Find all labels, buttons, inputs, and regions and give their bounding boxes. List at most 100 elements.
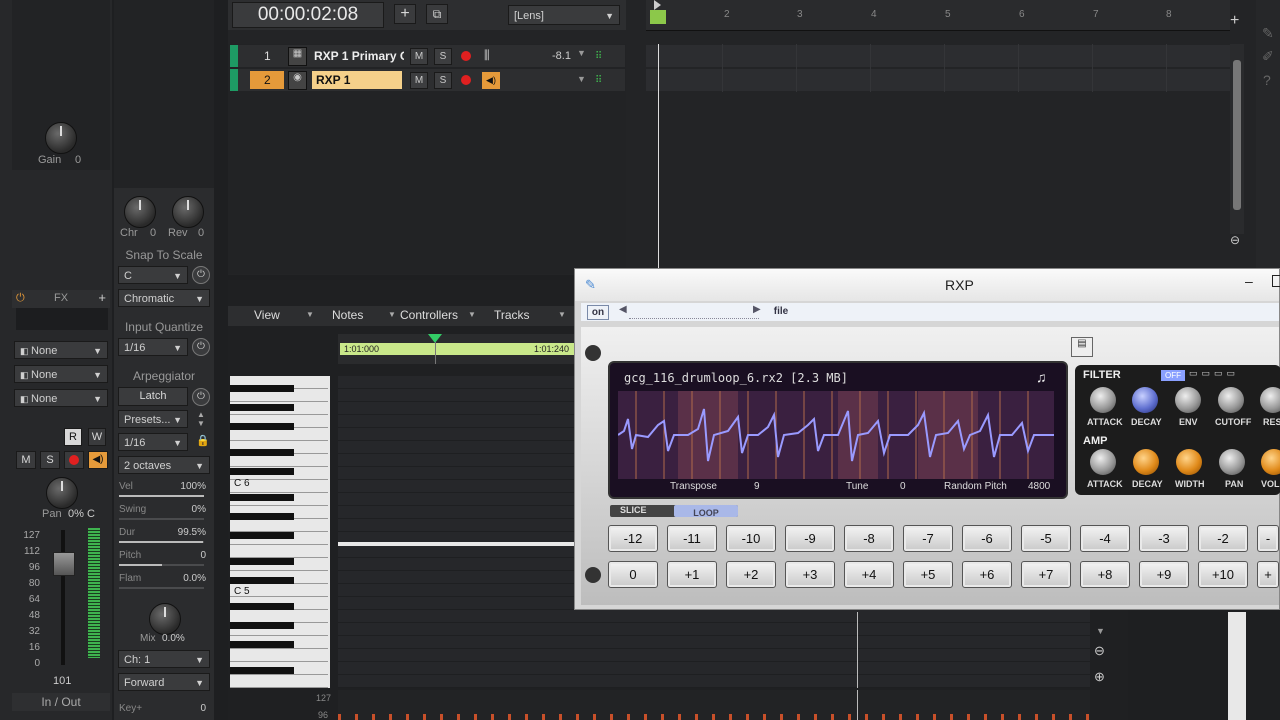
- chevron-down-icon[interactable]: ▼: [577, 48, 586, 58]
- chevron-down-icon[interactable]: ▼: [577, 74, 586, 84]
- pad-plus-11[interactable]: +: [1257, 561, 1279, 588]
- piano-black-key[interactable]: [230, 532, 294, 539]
- piano-black-key[interactable]: [230, 622, 294, 629]
- velocity-slider[interactable]: Vel 100%: [114, 481, 210, 497]
- pad-minus-1[interactable]: -: [1257, 525, 1279, 552]
- piano-key[interactable]: [230, 545, 328, 558]
- lens-select[interactable]: [Lens] ▼: [508, 5, 620, 25]
- send-3-select[interactable]: ◧ None ▼: [14, 389, 108, 407]
- pad-minus-5[interactable]: -5: [1021, 525, 1071, 552]
- volume-fader-handle[interactable]: [53, 552, 75, 576]
- filter-res-knob[interactable]: [1260, 387, 1280, 413]
- pad-plus-3[interactable]: +3: [785, 561, 835, 588]
- velocity-lane[interactable]: [338, 690, 1090, 720]
- pad-minus-11[interactable]: -11: [667, 525, 717, 552]
- preset-next-icon[interactable]: ▶: [753, 304, 761, 315]
- quantize-power-button[interactable]: ⏻: [192, 338, 210, 356]
- pad-plus-8[interactable]: +8: [1080, 561, 1130, 588]
- pad-minus-8[interactable]: -8: [844, 525, 894, 552]
- quantize-select[interactable]: 1/16 ▼: [118, 338, 188, 356]
- view-menu[interactable]: View ▼: [232, 308, 314, 322]
- waveform-icon[interactable]: ⫼: [484, 48, 490, 63]
- on-button[interactable]: on: [587, 305, 609, 320]
- add-fx-icon[interactable]: +: [98, 290, 106, 305]
- snap-key-select[interactable]: C ▼: [118, 266, 188, 284]
- tracks-menu[interactable]: Tracks ▼: [484, 308, 566, 322]
- amp-decay-knob[interactable]: [1133, 449, 1159, 475]
- zoom-in-icon[interactable]: ⊕: [1094, 669, 1105, 685]
- pad-minus-3[interactable]: -3: [1139, 525, 1189, 552]
- piano-key[interactable]: [230, 649, 328, 662]
- flam-slider[interactable]: Flam 0.0%: [114, 573, 210, 589]
- amp-pan-knob[interactable]: [1219, 449, 1245, 475]
- controllers-menu[interactable]: Controllers ▼: [400, 308, 480, 322]
- pad-plus-1[interactable]: +1: [667, 561, 717, 588]
- pad-plus-4[interactable]: +4: [844, 561, 894, 588]
- track-scrollbar[interactable]: [1230, 44, 1244, 234]
- lock-icon[interactable]: 🔒: [196, 434, 210, 447]
- pan-knob[interactable]: [46, 477, 78, 509]
- piano-black-key[interactable]: [230, 404, 294, 411]
- pad-minus-2[interactable]: -2: [1198, 525, 1248, 552]
- amp-width-knob[interactable]: [1176, 449, 1202, 475]
- input-echo-button[interactable]: ◀): [88, 451, 108, 469]
- tune-value[interactable]: 0: [900, 481, 906, 492]
- track-row-2[interactable]: 2 ◉ RXP 1 M S ◀) ▼ ⠿: [230, 69, 625, 91]
- solo-button[interactable]: S: [434, 72, 452, 89]
- play-marker-icon[interactable]: [654, 0, 661, 10]
- scrollbar-thumb[interactable]: [1233, 60, 1241, 210]
- gain-knob[interactable]: [45, 122, 77, 154]
- piano-black-key[interactable]: [230, 385, 294, 392]
- help-icon[interactable]: ?: [1263, 72, 1271, 88]
- pad-plus-6[interactable]: +6: [962, 561, 1012, 588]
- filter-off-button[interactable]: OFF: [1161, 370, 1185, 381]
- record-arm-button[interactable]: [64, 451, 84, 469]
- piano-keyboard[interactable]: C 6 C 5: [230, 376, 330, 688]
- piano-roll-time-ruler[interactable]: 1:01:000 1:01:240: [338, 334, 574, 364]
- duration-slider[interactable]: Dur 99.5%: [114, 527, 210, 543]
- pencil-icon[interactable]: ✎: [1262, 25, 1274, 42]
- slice-tab[interactable]: SLICE: [620, 505, 647, 515]
- pad-plus-7[interactable]: +7: [1021, 561, 1071, 588]
- pad-plus-2[interactable]: +2: [726, 561, 776, 588]
- selected-note[interactable]: [338, 542, 574, 546]
- loop-marker[interactable]: [650, 10, 666, 24]
- pad-minus-12[interactable]: -12: [608, 525, 658, 552]
- send-1-select[interactable]: ◧ None ▼: [14, 341, 108, 359]
- clips-area[interactable]: [646, 44, 1230, 274]
- brush-icon[interactable]: ✐: [1262, 48, 1274, 65]
- amp-attack-knob[interactable]: [1090, 449, 1116, 475]
- pad-plus-9[interactable]: +9: [1139, 561, 1189, 588]
- piano-black-key[interactable]: [230, 603, 294, 610]
- timeline-ruler[interactable]: 2 3 4 5 6 7 8: [646, 0, 1230, 31]
- piano-black-key[interactable]: [230, 468, 294, 475]
- filter-env-knob[interactable]: [1175, 387, 1201, 413]
- preset-spinner[interactable]: ▲ ▼: [194, 410, 208, 428]
- file-button[interactable]: file: [769, 305, 793, 318]
- pad-minus-7[interactable]: -7: [903, 525, 953, 552]
- piano-black-key[interactable]: [230, 494, 294, 501]
- piano-black-key[interactable]: [230, 667, 294, 674]
- chorus-knob[interactable]: [124, 196, 156, 228]
- add-track-button[interactable]: +: [394, 4, 416, 24]
- track-row-1[interactable]: 1 ▦ RXP 1 Primary Ou M S ⫼ -8.1 ▼ ⠿: [230, 45, 625, 67]
- pad-minus-4[interactable]: -4: [1080, 525, 1130, 552]
- direction-select[interactable]: Forward ▼: [118, 673, 210, 691]
- filter-type-icons[interactable]: ▭▭▭▭: [1189, 368, 1239, 379]
- waveform-display[interactable]: gcg_116_drumloop_6.rx2 [2.3 MB] ♫ Transp…: [608, 361, 1068, 499]
- amp-volume-knob[interactable]: [1261, 449, 1280, 475]
- filter-decay-knob[interactable]: [1132, 387, 1158, 413]
- chevron-down-icon[interactable]: ▼: [1096, 626, 1105, 636]
- piano-black-key[interactable]: [230, 641, 294, 648]
- maximize-icon[interactable]: [1272, 275, 1280, 287]
- pad-minus-6[interactable]: -6: [962, 525, 1012, 552]
- key-plus-slider[interactable]: Key+ 0: [114, 703, 210, 719]
- snap-scale-select[interactable]: Chromatic ▼: [118, 289, 210, 307]
- record-arm-button[interactable]: [461, 51, 471, 61]
- save-icon[interactable]: ▤: [1071, 337, 1093, 357]
- write-automation-button[interactable]: W: [88, 428, 106, 446]
- pad-minus-10[interactable]: -10: [726, 525, 776, 552]
- preset-field[interactable]: [629, 305, 759, 319]
- piano-black-key[interactable]: [230, 577, 294, 584]
- piano-key[interactable]: [230, 675, 328, 688]
